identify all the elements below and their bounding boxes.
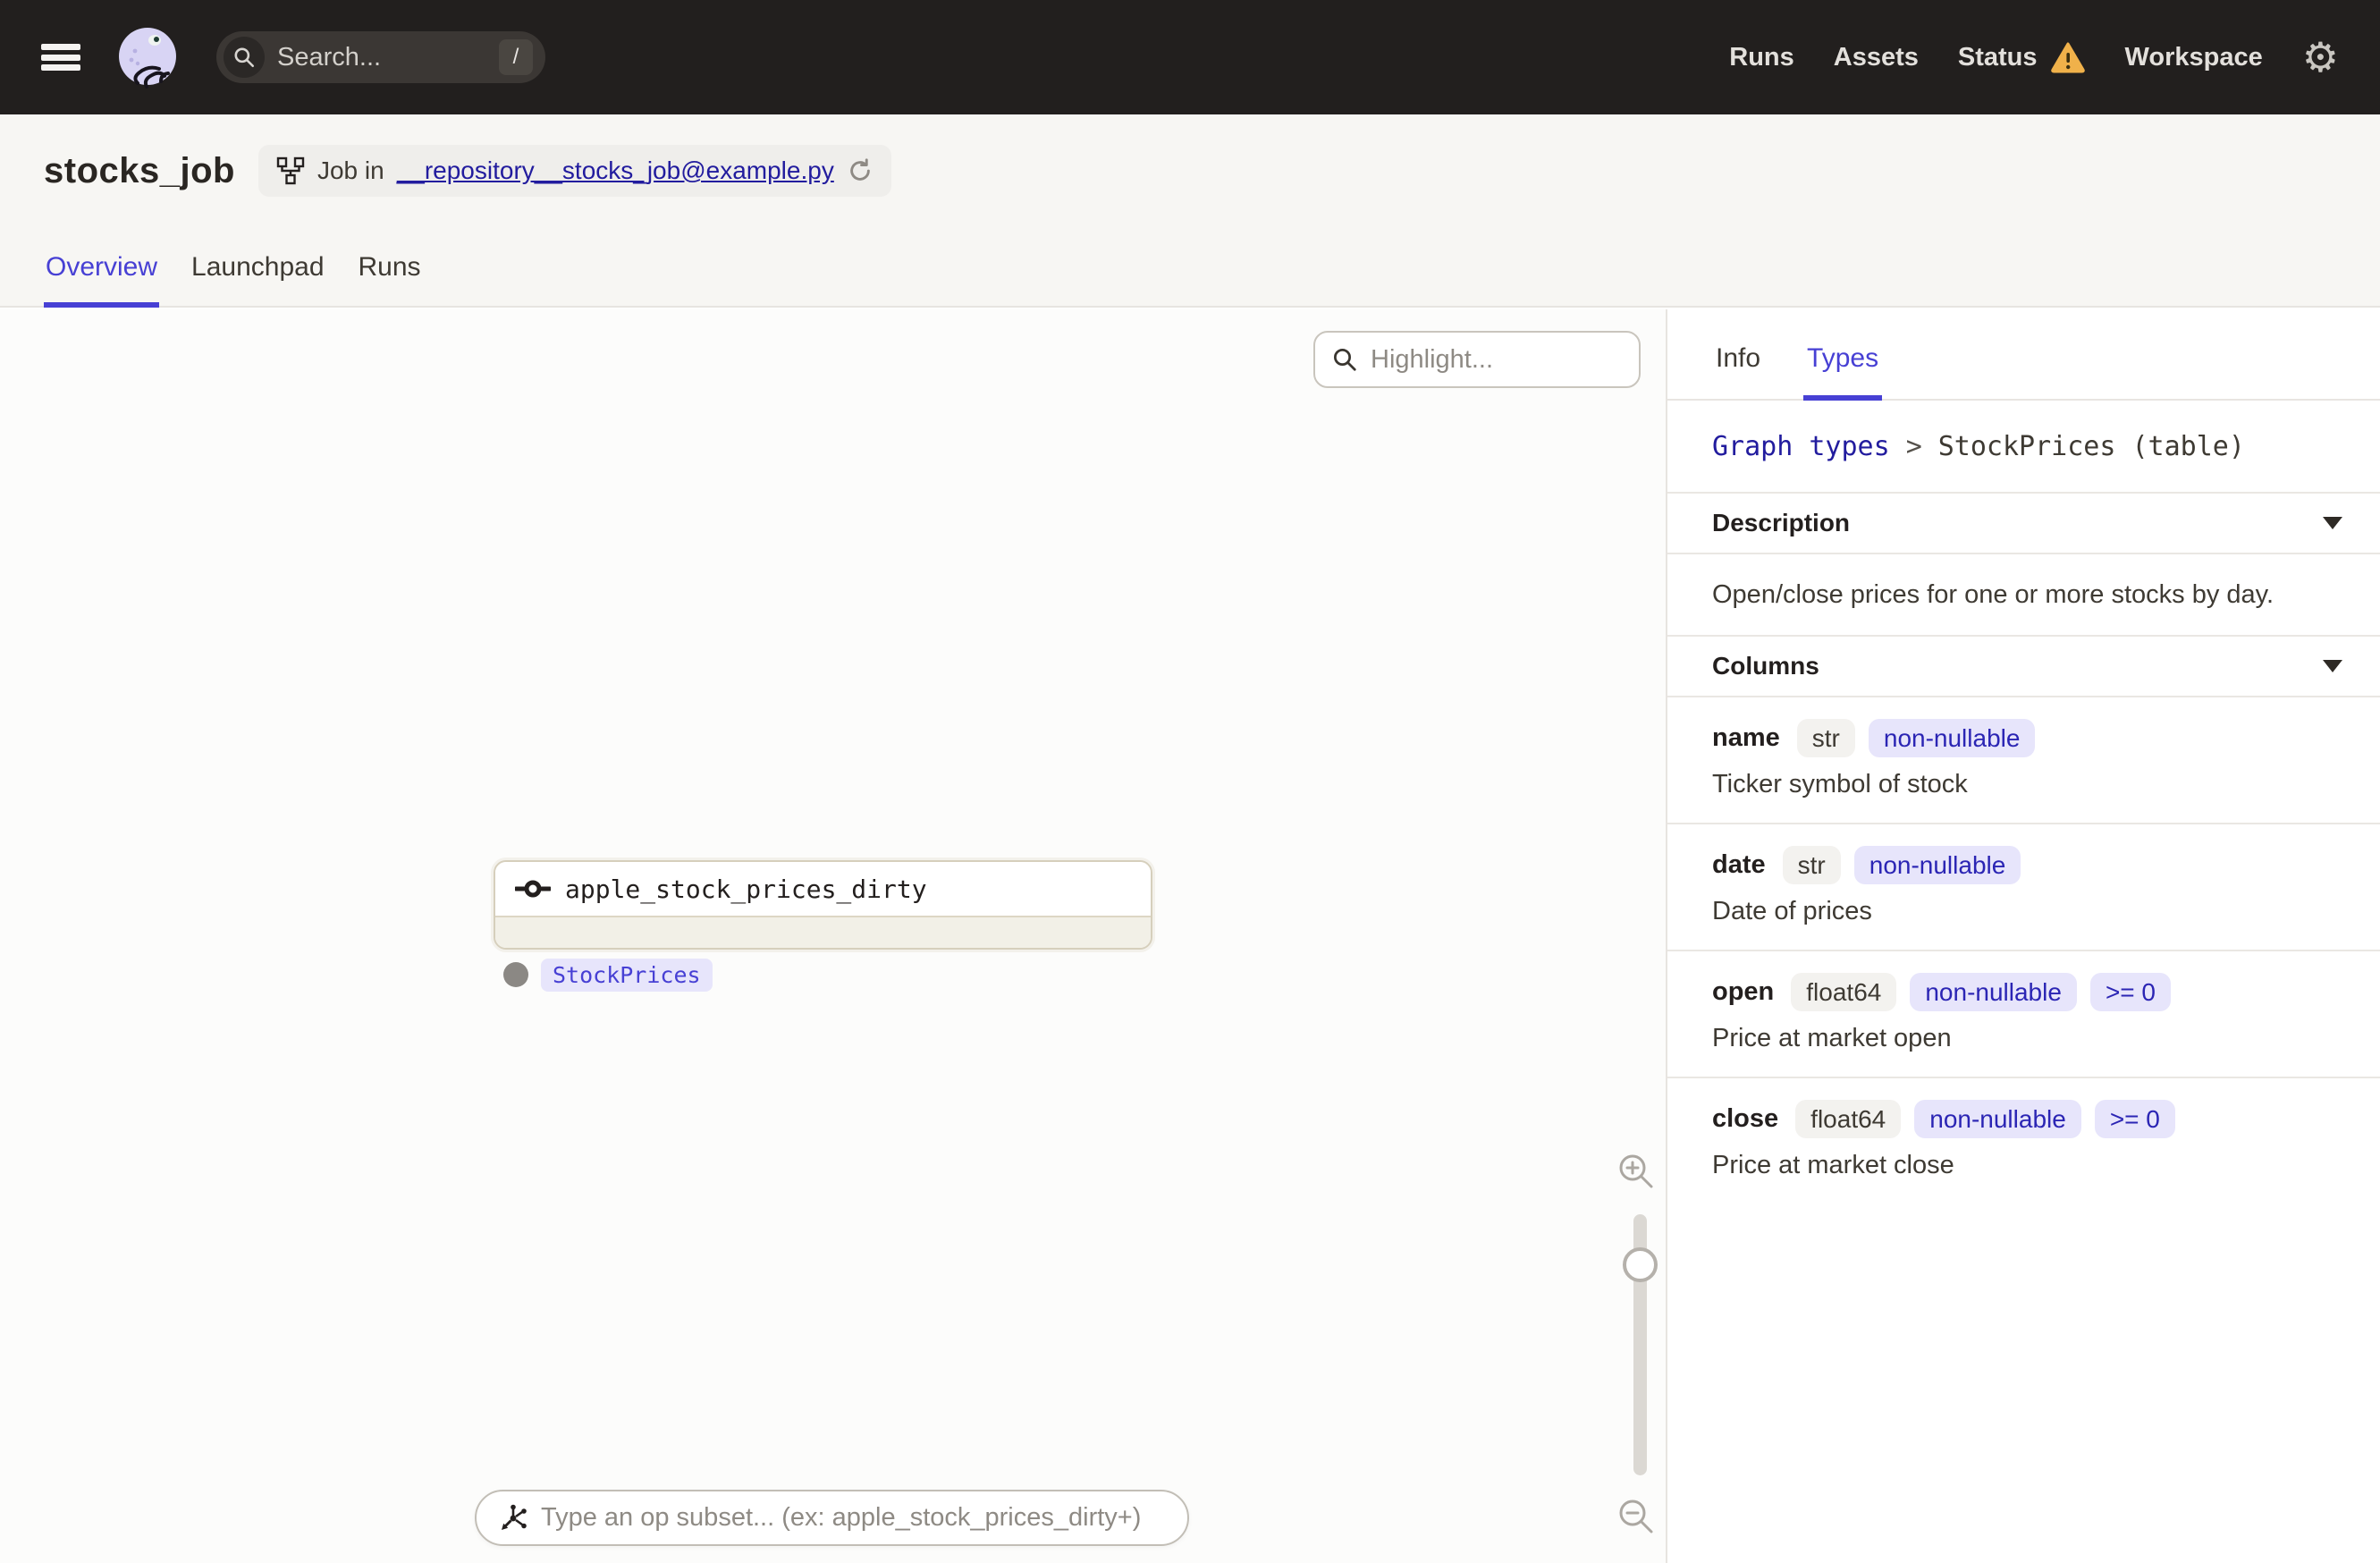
column-name: name [1712, 723, 1780, 752]
tab-launchpad[interactable]: Launchpad [190, 252, 325, 308]
job-tabs: Overview Launchpad Runs [44, 252, 423, 308]
op-icon [515, 880, 551, 898]
columns-label: Columns [1712, 652, 1819, 680]
chevron-down-icon[interactable] [2323, 660, 2342, 672]
chevron-down-icon[interactable] [2323, 517, 2342, 529]
zoom-slider-handle[interactable] [1623, 1247, 1658, 1282]
nav-links: Runs Assets Status Workspace [1729, 41, 2263, 73]
column-description: Price at market open [1712, 1024, 1952, 1052]
highlight-search [1313, 331, 1641, 388]
panel-tabs: Info Types [1667, 309, 2380, 401]
type-breadcrumb: Graph types > StockPrices (table) [1667, 401, 2380, 494]
column-name: open [1712, 977, 1775, 1006]
op-selection-icon [502, 1504, 527, 1530]
warning-icon [2050, 42, 2085, 73]
op-subset-filter [475, 1490, 1189, 1546]
nav-link-runs[interactable]: Runs [1729, 43, 1794, 72]
nav-link-status[interactable]: Status [1958, 41, 2086, 73]
op-node-body [495, 916, 1151, 948]
column-constraint-badge: >= 0 [2089, 973, 2171, 1011]
column-name: close [1712, 1104, 1779, 1133]
tab-overview[interactable]: Overview [44, 252, 160, 308]
output-type-tag[interactable]: StockPrices [541, 959, 713, 992]
job-badge-prefix: Job in [316, 156, 384, 184]
breadcrumb-current: StockPrices (table) [1937, 430, 2245, 462]
column-name: date [1712, 850, 1766, 879]
column-type-badge: str [1782, 846, 1841, 884]
menu-icon[interactable] [41, 44, 80, 71]
zoom-out-icon[interactable] [1615, 1495, 1658, 1538]
description-text: Open/close prices for one or more stocks… [1667, 554, 2380, 637]
nav-link-workspace[interactable]: Workspace [2125, 43, 2263, 72]
gear-icon[interactable]: ⚙ [2302, 37, 2339, 78]
page-header: stocks_job Job in __repository__stocks_j… [0, 114, 2380, 308]
column-description: Price at market close [1712, 1151, 1954, 1179]
search-icon [224, 37, 265, 78]
top-nav: / Runs Assets Status Workspace ⚙ [0, 0, 2380, 114]
column-nullability-badge: non-nullable [1914, 1100, 2081, 1138]
job-icon [276, 156, 305, 185]
zoom-in-icon[interactable] [1615, 1150, 1658, 1193]
column-constraint-badge: >= 0 [2094, 1100, 2175, 1138]
job-origin-badge: Job in __repository__stocks_job@example.… [257, 145, 891, 197]
slash-shortcut-badge: / [499, 39, 533, 75]
output-port-dot [503, 962, 528, 987]
reload-icon[interactable] [847, 157, 874, 184]
search-input[interactable] [277, 42, 465, 72]
type-explorer-panel: Info Types Graph types > StockPrices (ta… [1666, 309, 2380, 1563]
nav-link-assets[interactable]: Assets [1834, 43, 1919, 72]
description-section-header[interactable]: Description [1667, 494, 2380, 554]
description-label: Description [1712, 509, 1851, 536]
op-graph-canvas[interactable]: apple_stock_prices_dirty StockPrices [0, 309, 1666, 1563]
global-search: / [216, 31, 545, 83]
page-title: stocks_job [44, 150, 235, 190]
dagster-logo-icon[interactable] [114, 24, 181, 90]
search-icon [1334, 349, 1356, 371]
panel-tab-info[interactable]: Info [1712, 343, 1764, 401]
breadcrumb-separator: > [1905, 430, 1922, 462]
op-node-title: apple_stock_prices_dirty [565, 874, 927, 904]
dagster-app: / Runs Assets Status Workspace ⚙ stocks_… [0, 0, 2380, 1563]
column-type-badge: float64 [1795, 1100, 1902, 1138]
column-description: Date of prices [1712, 897, 1872, 925]
column-nullability-badge: non-nullable [1910, 973, 2077, 1011]
column-row-open: open float64 non-nullable >= 0 Price at … [1667, 951, 2380, 1078]
column-nullability-badge: non-nullable [1868, 719, 2036, 757]
op-subset-input[interactable] [541, 1503, 1168, 1533]
job-repository-link[interactable]: __repository__stocks_job@example.py [397, 156, 834, 185]
panel-tab-types[interactable]: Types [1803, 343, 1883, 401]
nav-link-status-label: Status [1957, 42, 2038, 72]
column-type-badge: str [1796, 719, 1855, 757]
column-row-date: date str non-nullable Date of prices [1667, 824, 2380, 951]
column-row-close: close float64 non-nullable >= 0 Price at… [1667, 1078, 2380, 1204]
tab-runs[interactable]: Runs [357, 252, 423, 308]
highlight-input[interactable] [1371, 344, 1594, 375]
op-node-apple-stock-prices-dirty[interactable]: apple_stock_prices_dirty [494, 860, 1152, 950]
column-description: Ticker symbol of stock [1712, 770, 1968, 798]
column-row-name: name str non-nullable Ticker symbol of s… [1667, 697, 2380, 824]
column-type-badge: float64 [1791, 973, 1897, 1011]
column-nullability-badge: non-nullable [1853, 846, 2021, 884]
columns-section-header[interactable]: Columns [1667, 637, 2380, 697]
breadcrumb-graph-types-link[interactable]: Graph types [1712, 431, 1890, 462]
